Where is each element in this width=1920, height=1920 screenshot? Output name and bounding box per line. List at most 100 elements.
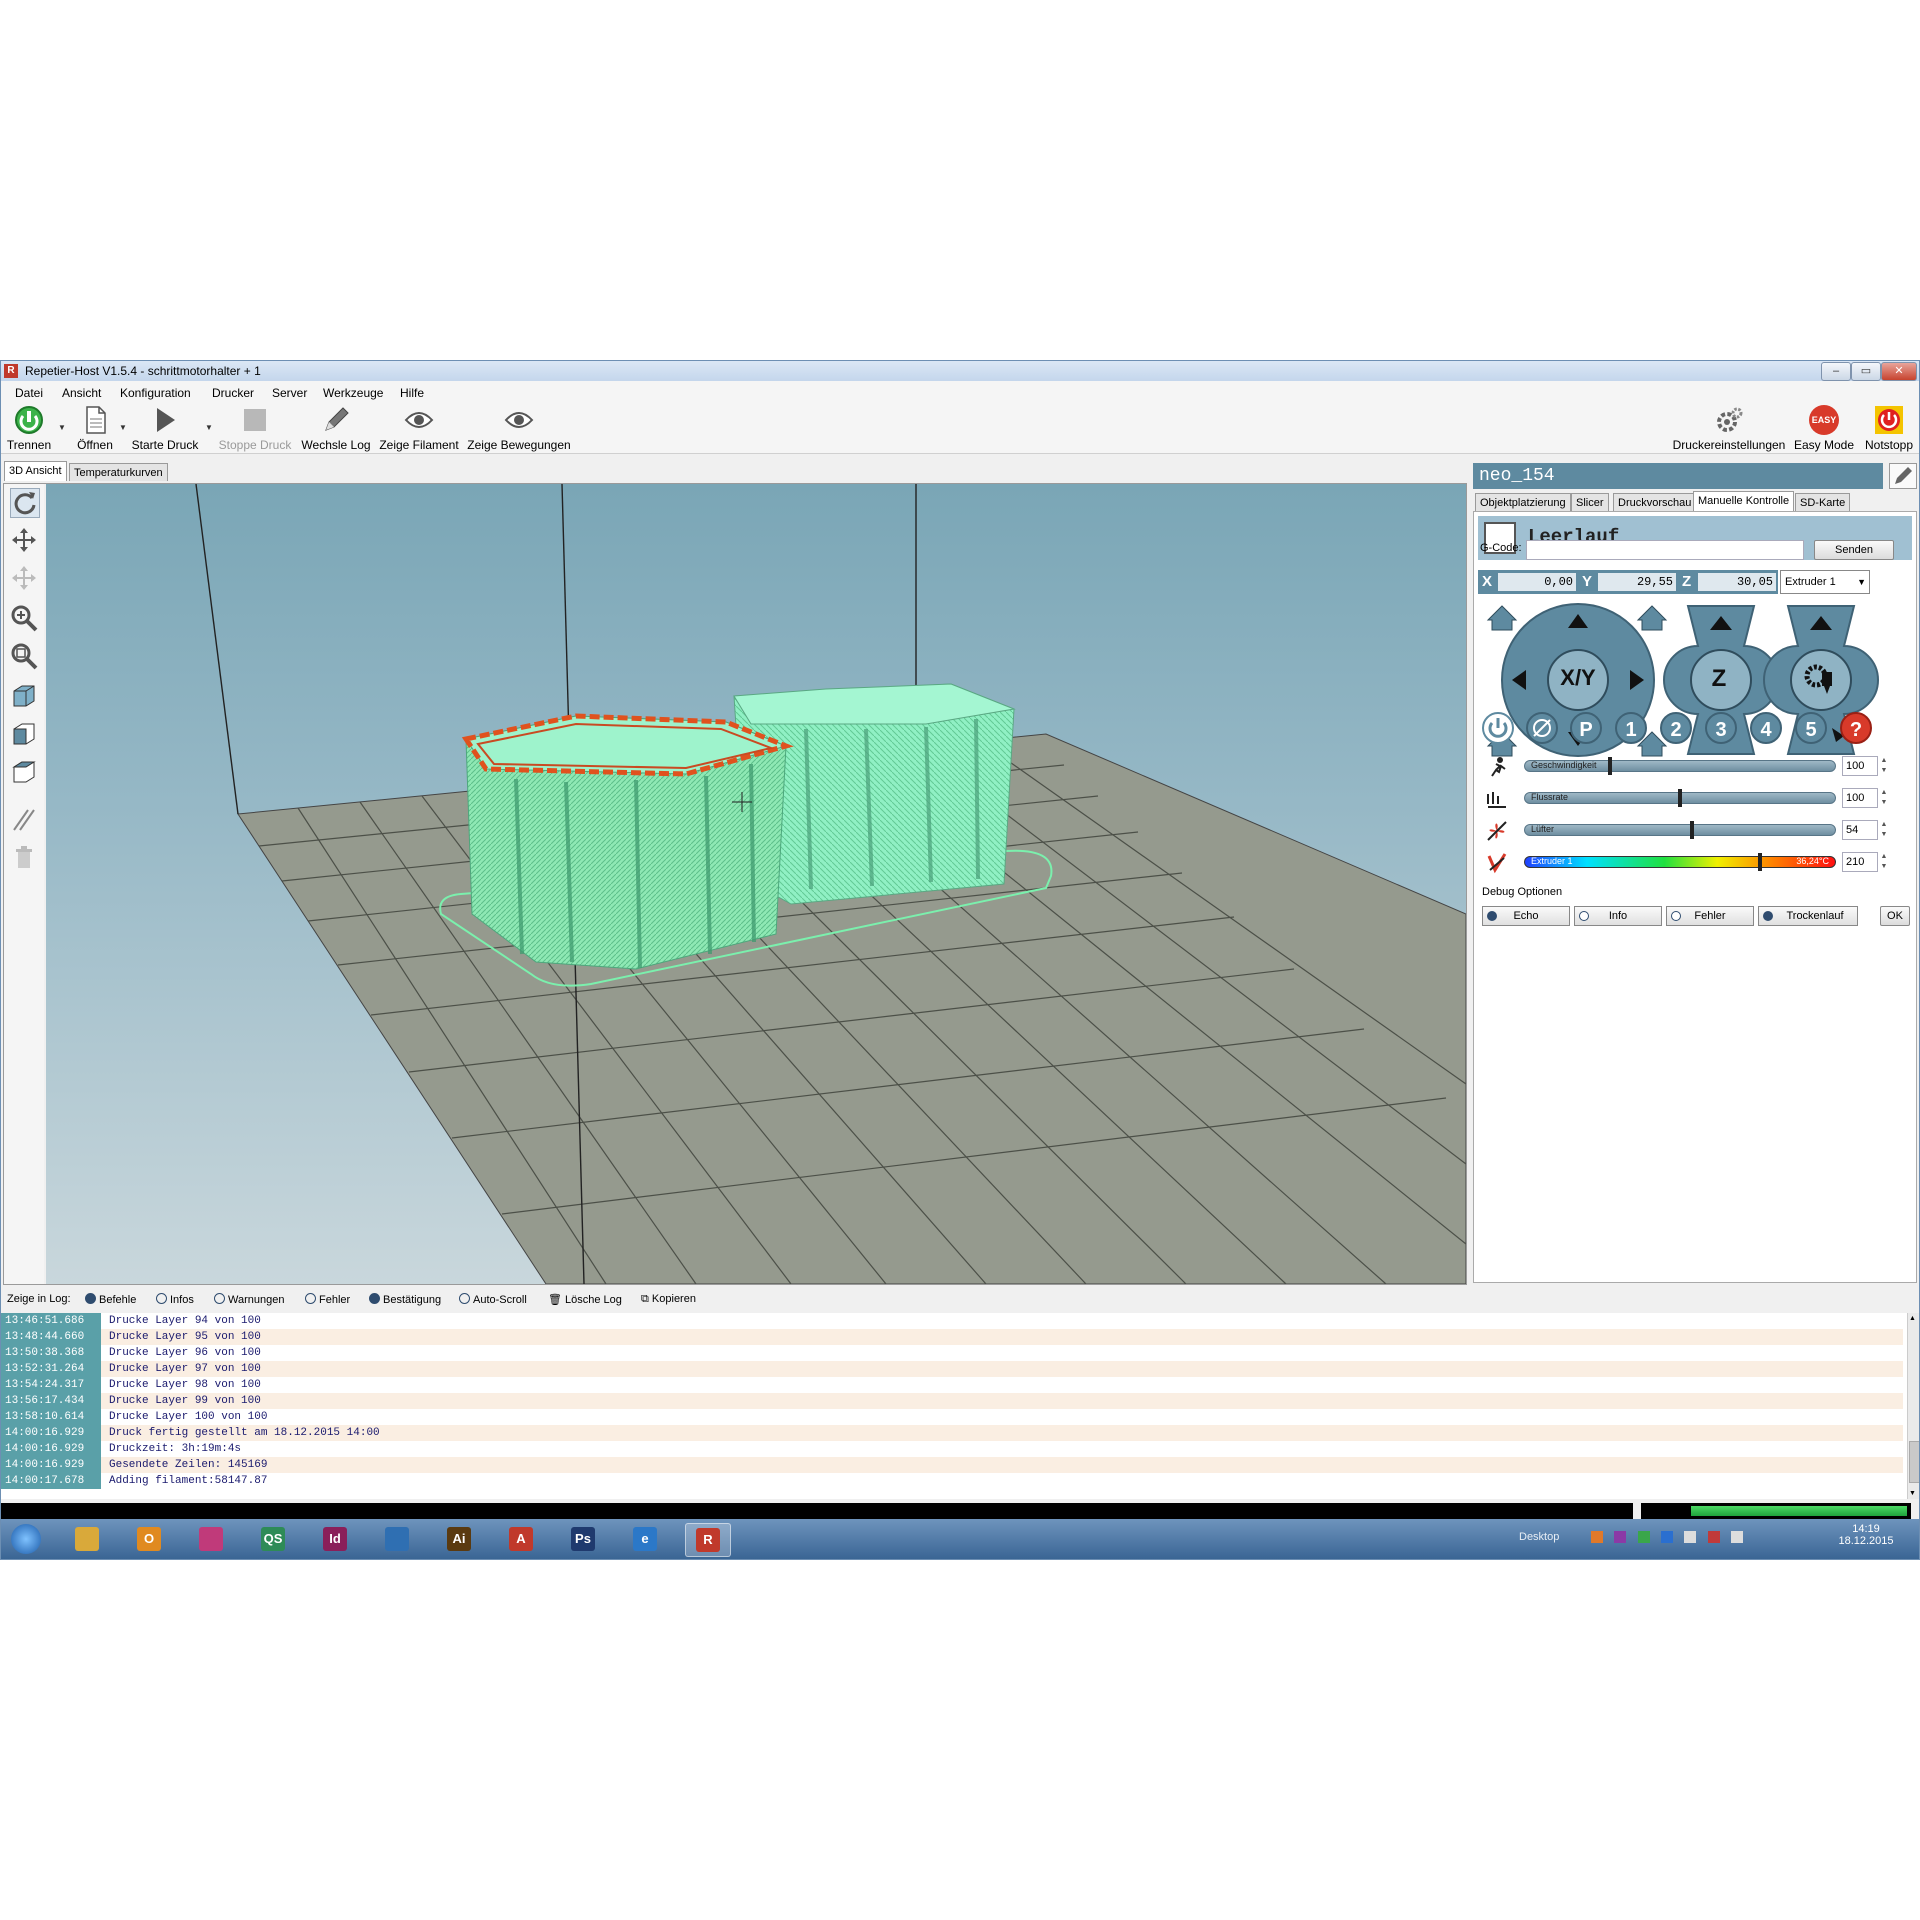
home-y-icon[interactable] [1636, 605, 1668, 631]
taskbar-app-8[interactable]: A [499, 1523, 543, 1555]
gcode-input[interactable] [1526, 540, 1804, 560]
menu-server[interactable]: Server [272, 386, 307, 400]
druckereinstellungen-button[interactable]: Druckereinstellungen [1671, 405, 1787, 452]
speed-slider[interactable]: Geschwindigkeit [1524, 757, 1836, 775]
taskbar-app-6[interactable] [375, 1523, 419, 1555]
starte-druck-button[interactable]: Starte Druck [129, 405, 201, 452]
maximize-button[interactable]: ▭ [1851, 362, 1881, 381]
trennen-button[interactable]: Trennen [5, 405, 53, 452]
extruder-select[interactable]: Extruder 1 ▼ [1780, 570, 1870, 594]
extruder-target-input[interactable]: 210 [1842, 852, 1878, 872]
taskbar-app-7[interactable]: Ai [437, 1523, 481, 1555]
speed-input[interactable]: 100 [1842, 756, 1878, 776]
home-x-icon[interactable] [1486, 605, 1518, 631]
menu-datei[interactable]: Datei [15, 386, 43, 400]
3d-viewport[interactable] [46, 484, 1466, 1284]
tray-volume-icon[interactable] [1731, 1531, 1744, 1543]
debug-fehler-toggle[interactable]: Fehler [1666, 906, 1754, 926]
system-clock[interactable]: 14:19 18.12.2015 [1831, 1523, 1901, 1547]
scroll-thumb[interactable] [1909, 1441, 1919, 1483]
macro-4-button[interactable]: 4 [1750, 712, 1782, 744]
fan-slider-thumb[interactable] [1690, 821, 1695, 839]
stoppe-druck-button[interactable]: Stoppe Druck [217, 405, 293, 452]
tab-temperaturkurven[interactable]: Temperaturkurven [69, 463, 168, 481]
flow-input[interactable]: 100 [1842, 788, 1878, 808]
notstopp-button[interactable]: Notstopp [1861, 405, 1917, 452]
edit-printer-button[interactable] [1889, 463, 1917, 489]
log-fehler-toggle[interactable]: Fehler [305, 1293, 350, 1306]
park-button[interactable]: P [1570, 712, 1602, 744]
trash-icon[interactable] [10, 844, 38, 872]
tray-shield-icon[interactable] [1661, 1531, 1674, 1543]
log-clear-button[interactable]: 🗑 Lösche Log [548, 1293, 622, 1306]
zoom-fit-icon[interactable] [10, 642, 38, 670]
close-button[interactable]: ✕ [1881, 362, 1917, 381]
log-copy-button[interactable]: ⧉ Kopieren [641, 1293, 696, 1306]
extruder-temp-slider[interactable]: Extruder 1 36,24°C [1524, 853, 1836, 871]
extruder-temp-thumb[interactable] [1757, 853, 1762, 871]
taskbar-app-2[interactable]: O [127, 1523, 171, 1555]
parallel-lines-icon[interactable] [10, 806, 38, 834]
tab-druckvorschau[interactable]: Druckvorschau [1613, 493, 1697, 511]
zoom-in-icon[interactable] [10, 604, 38, 632]
flow-slider-thumb[interactable] [1678, 789, 1682, 807]
front-view-icon[interactable] [10, 720, 38, 748]
rotate-icon[interactable] [10, 488, 40, 518]
flow-stepper[interactable]: ▲ ▼ [1878, 788, 1890, 808]
scroll-up-icon[interactable]: ▲ [1909, 1315, 1916, 1322]
scroll-down-icon[interactable]: ▼ [1909, 1490, 1916, 1497]
move-icon[interactable] [10, 526, 38, 554]
speed-slider-thumb[interactable] [1607, 757, 1612, 775]
easy-mode-button[interactable]: EASY Easy Mode [1791, 405, 1857, 452]
menu-drucker[interactable]: Drucker [212, 386, 254, 400]
tab-objektplatzierung[interactable]: Objektplatzierung [1475, 493, 1571, 511]
power-icon[interactable] [1482, 712, 1514, 744]
taskbar-app-1[interactable] [65, 1523, 109, 1555]
taskbar-app-11[interactable]: R [685, 1523, 731, 1557]
minimize-button[interactable]: – [1821, 362, 1851, 381]
tab-3d-ansicht[interactable]: 3D Ansicht [4, 461, 67, 481]
taskbar-app-4[interactable]: QS [251, 1523, 295, 1555]
macro-2-button[interactable]: 2 [1660, 712, 1692, 744]
fan-input[interactable]: 54 [1842, 820, 1878, 840]
zeige-bewegungen-button[interactable]: Zeige Bewegungen [467, 405, 571, 452]
motor-off-icon[interactable] [1526, 712, 1558, 744]
tray-antivirus-icon[interactable] [1707, 1531, 1720, 1543]
top-view-icon[interactable] [10, 758, 38, 786]
debug-info-toggle[interactable]: Info [1574, 906, 1662, 926]
log-infos-toggle[interactable]: Infos [156, 1293, 194, 1306]
zeige-filament-button[interactable]: Zeige Filament [377, 405, 461, 452]
tray-onenote-icon[interactable] [1614, 1531, 1627, 1543]
system-tray[interactable] [1591, 1531, 1821, 1547]
tab-manuelle-kontrolle[interactable]: Manuelle Kontrolle [1693, 491, 1795, 511]
menu-hilfe[interactable]: Hilfe [400, 386, 424, 400]
move-object-icon[interactable] [10, 564, 38, 592]
debug-trockenlauf-toggle[interactable]: Trockenlauf [1758, 906, 1858, 926]
log-bestaetigung-toggle[interactable]: Bestätigung [369, 1293, 441, 1306]
menu-konfiguration[interactable]: Konfiguration [120, 386, 191, 400]
macro-3-button[interactable]: 3 [1705, 712, 1737, 744]
fan-slider[interactable]: Lüfter [1524, 821, 1836, 839]
taskbar-app-3[interactable] [189, 1523, 233, 1555]
start-button[interactable] [5, 1523, 49, 1555]
menu-werkzeuge[interactable]: Werkzeuge [323, 386, 383, 400]
oeffnen-button[interactable]: Öffnen [71, 405, 119, 452]
wechsle-log-button[interactable]: Wechsle Log [301, 405, 371, 452]
tray-network-icon[interactable] [1684, 1531, 1697, 1543]
macro-1-button[interactable]: 1 [1615, 712, 1647, 744]
tab-sd-karte[interactable]: SD-Karte [1795, 493, 1851, 511]
log-autoscroll-toggle[interactable]: Auto-Scroll [459, 1293, 527, 1306]
tray-update-icon[interactable] [1637, 1531, 1650, 1543]
log-warnungen-toggle[interactable]: Warnungen [214, 1293, 284, 1306]
iso-view-icon[interactable] [10, 682, 38, 710]
taskbar-app-9[interactable]: Ps [561, 1523, 605, 1555]
log-scrollbar[interactable]: ▲ ▼ [1907, 1313, 1919, 1499]
starte-druck-dropdown-icon[interactable]: ▼ [205, 423, 213, 432]
tray-office-icon[interactable] [1591, 1531, 1603, 1543]
macro-5-button[interactable]: 5 [1795, 712, 1827, 744]
senden-button[interactable]: Senden [1814, 540, 1894, 560]
debug-echo-toggle[interactable]: Echo [1482, 906, 1570, 926]
tab-slicer[interactable]: Slicer [1571, 493, 1609, 511]
log-befehle-toggle[interactable]: Befehle [85, 1293, 136, 1306]
desktop-toolbar-label[interactable]: Desktop [1519, 1531, 1559, 1543]
